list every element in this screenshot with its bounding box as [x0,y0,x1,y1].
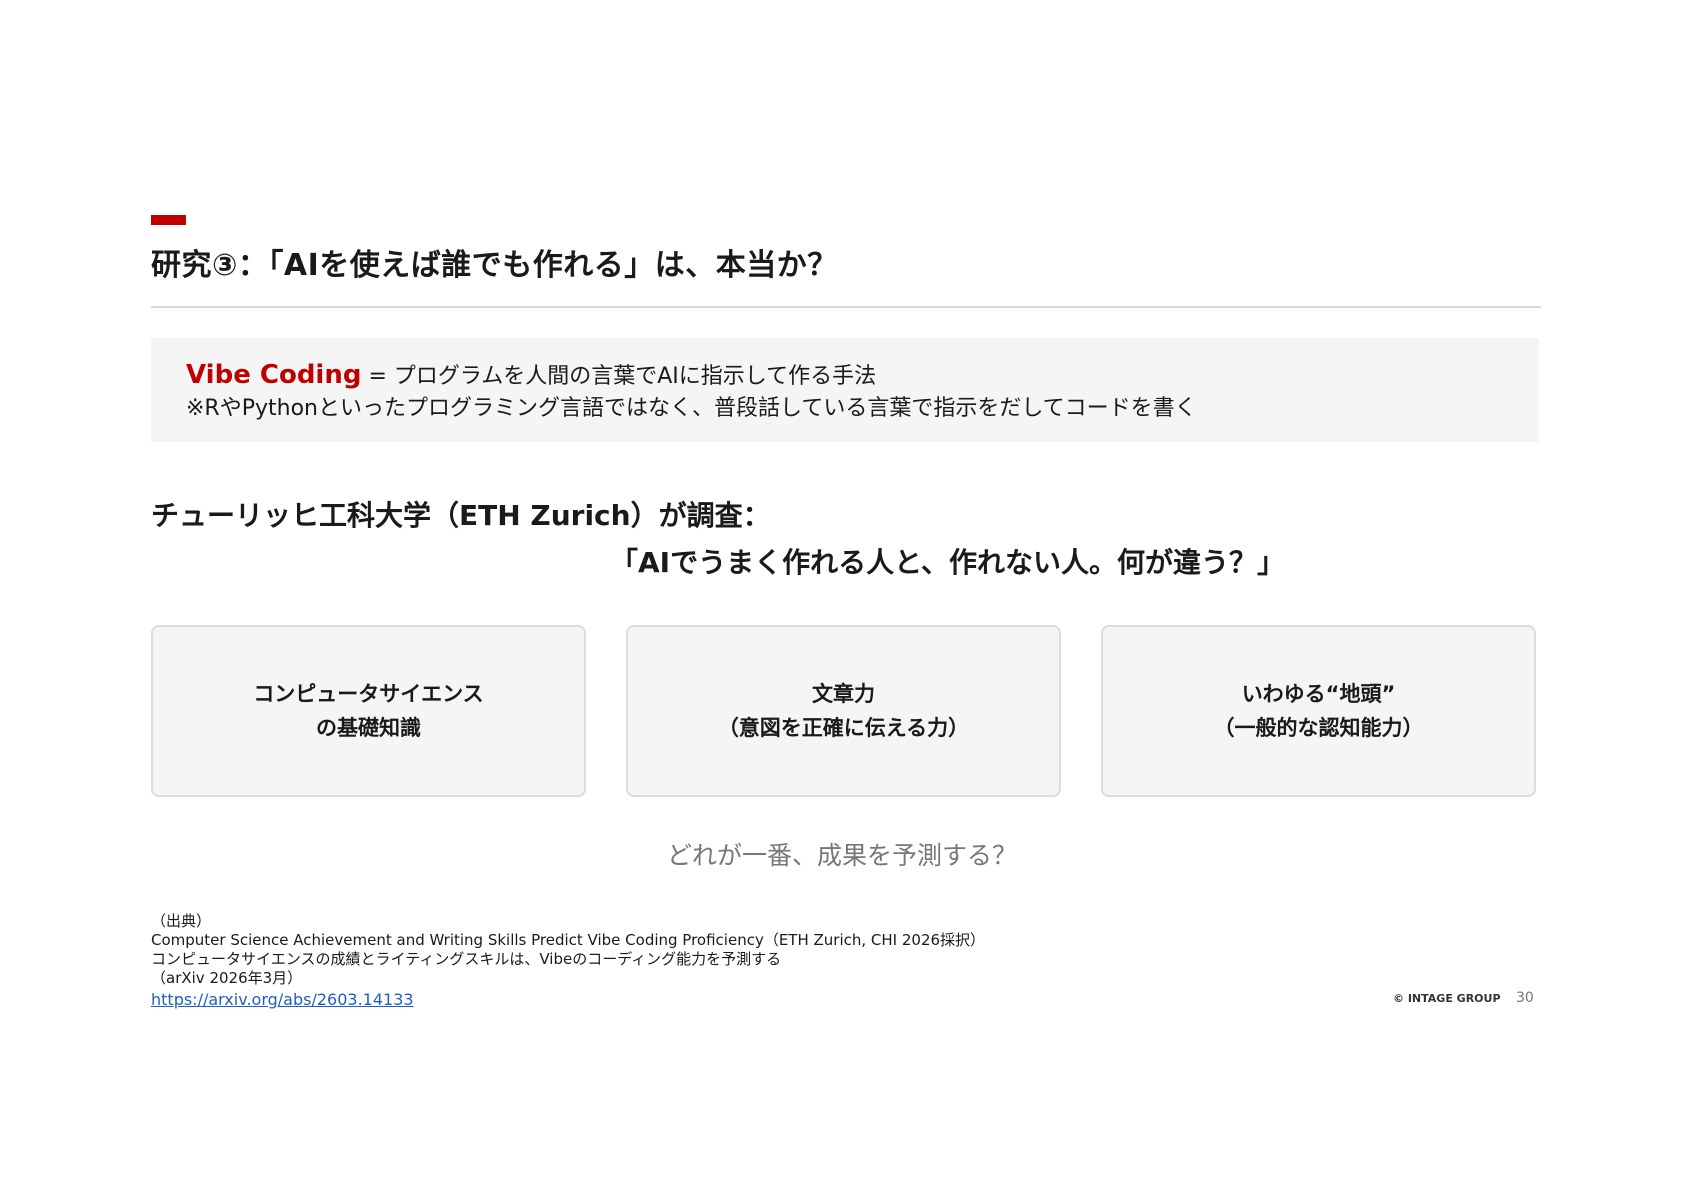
definition-term: Vibe Coding [186,360,362,390]
source-link[interactable]: https://arxiv.org/abs/2603.14133 [151,990,985,1009]
card-cs-knowledge: コンピュータサイエンス の基礎知識 [151,625,586,797]
page-number: 30 [1516,990,1534,1006]
card-title: いわゆる“地頭” [1241,682,1396,706]
definition-line: Vibe Coding = プログラムを人間の言葉でAIに指示して作る手法 [186,358,876,390]
definition-note: ※RやPythonといったプログラミング言語ではなく、普段話している言葉で指示を… [186,396,1197,421]
study-intro: チューリッヒ工科大学（ETH Zurich）が調査： [151,499,771,532]
copyright: © INTAGE GROUP [1393,992,1501,1005]
source-paper-title-ja: コンピュータサイエンスの成績とライティングスキルは、Vibeのコーディング能力を… [151,950,782,968]
source-citation: （出典） Computer Science Achievement and Wr… [151,912,985,1009]
definition-box: Vibe Coding = プログラムを人間の言葉でAIに指示して作る手法 ※R… [151,338,1539,442]
definition-text: = プログラムを人間の言葉でAIに指示して作る手法 [361,364,877,389]
source-label: （出典） [151,912,212,930]
card-subtitle: （一般的な認知能力） [1213,716,1424,740]
study-question: 「AIでうまく作れる人と、作れない人。何が違う？」 [610,546,1285,579]
page-title: 研究③：「AIを使えば誰でも作れる」は、本当か？ [151,248,838,283]
card-subtitle: （意図を正確に伝える力） [717,716,970,740]
source-paper-title: Computer Science Achievement and Writing… [151,931,986,949]
card-general-cognition: いわゆる“地頭” （一般的な認知能力） [1101,625,1536,797]
card-title: 文章力 [812,682,875,706]
card-subtitle: の基礎知識 [316,716,421,740]
source-venue: （arXiv 2026年3月） [151,969,303,987]
card-title: コンピュータサイエンス [253,682,484,706]
accent-bar [151,215,186,225]
card-writing-skill: 文章力 （意図を正確に伝える力） [626,625,1061,797]
prediction-prompt: どれが一番、成果を予測する？ [666,841,1017,870]
title-divider [151,306,1541,308]
